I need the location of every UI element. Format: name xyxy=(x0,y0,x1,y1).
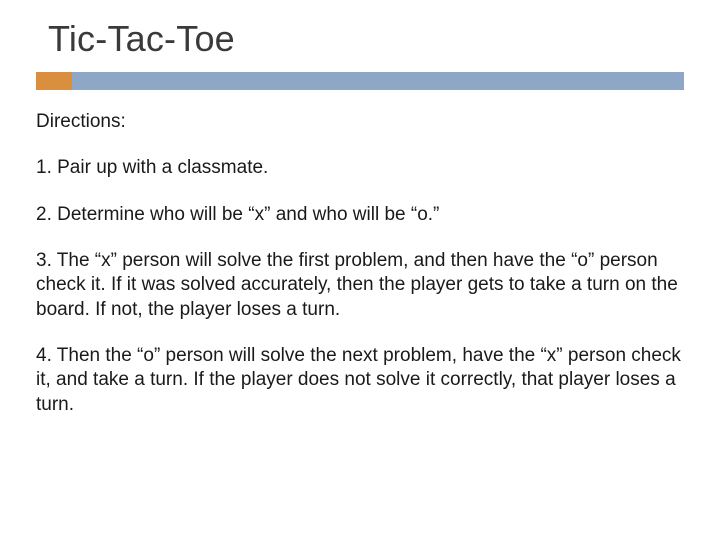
divider-accent xyxy=(36,72,72,90)
step-2: 2. Determine who will be “x” and who wil… xyxy=(36,203,684,227)
slide: Tic-Tac-Toe Directions: 1. Pair up with … xyxy=(0,0,720,540)
content-area: Directions: 1. Pair up with a classmate.… xyxy=(36,110,684,417)
directions-label: Directions: xyxy=(36,110,684,134)
page-title: Tic-Tac-Toe xyxy=(48,18,684,60)
title-divider xyxy=(36,72,684,90)
step-1: 1. Pair up with a classmate. xyxy=(36,156,684,180)
step-4: 4. Then the “o” person will solve the ne… xyxy=(36,344,684,417)
step-3: 3. The “x” person will solve the first p… xyxy=(36,249,684,322)
